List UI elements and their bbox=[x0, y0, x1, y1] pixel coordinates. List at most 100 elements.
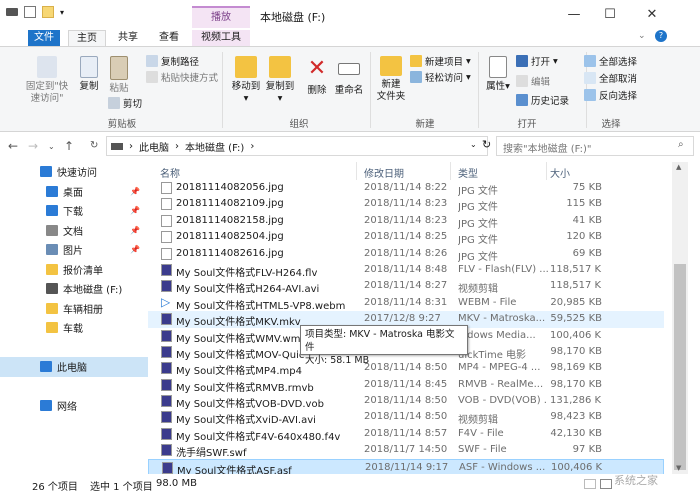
paste-button[interactable]: 粘贴 bbox=[106, 56, 132, 95]
breadcrumb-this-pc[interactable]: 此电脑 bbox=[139, 139, 169, 154]
column-header-date[interactable]: 修改日期 bbox=[364, 165, 404, 180]
tab-view[interactable]: 查看 bbox=[152, 30, 186, 46]
file-row[interactable]: My Soul文件格式RMVB.rmvb 2018/11/14 8:45 RMVB … bbox=[148, 377, 664, 394]
properties-quick-icon[interactable] bbox=[24, 6, 36, 18]
file-row[interactable]: 20181114082158.jpg 2018/11/14 8:23 JPG 文件 4… bbox=[148, 213, 664, 230]
file-name: My Soul文件格式XviD-AVI.avi bbox=[176, 415, 316, 427]
maximize-button[interactable]: ☐ bbox=[598, 6, 622, 24]
tab-file[interactable]: 文件 bbox=[28, 30, 60, 46]
file-row[interactable]: 洗手绢SWF.swf 2018/11/7 14:50 SWF - File 97 KB bbox=[148, 442, 664, 459]
delete-button[interactable]: ✕ 删除 bbox=[304, 56, 330, 97]
file-date: 2017/12/8 9:27 bbox=[364, 313, 441, 325]
file-row[interactable]: 20181114082109.jpg 2018/11/14 8:23 JPG 文件 1… bbox=[148, 196, 664, 213]
document-icon bbox=[46, 224, 58, 236]
column-header-type[interactable]: 类型 bbox=[458, 165, 478, 180]
copy-button[interactable]: 复制 bbox=[76, 56, 102, 93]
nav-item[interactable]: 下载 📌 bbox=[0, 201, 148, 221]
nav-item[interactable]: 报价清单 bbox=[0, 260, 148, 280]
column-divider[interactable] bbox=[356, 162, 357, 180]
invert-selection-button[interactable]: 反向选择 bbox=[584, 87, 637, 103]
tab-video-tools[interactable]: 视频工具 bbox=[192, 30, 250, 46]
tab-home[interactable]: 主页 bbox=[68, 30, 106, 46]
column-divider[interactable] bbox=[450, 162, 451, 180]
large-icons-view-icon[interactable] bbox=[584, 479, 596, 489]
paste-shortcut-button[interactable]: 粘贴快捷方式 bbox=[146, 69, 218, 85]
edit-button[interactable]: 编辑 bbox=[516, 73, 550, 89]
file-row[interactable]: My Soul文件格式H264-AVI.avi 2018/11/14 8:27 视频… bbox=[148, 278, 664, 295]
nav-item[interactable]: 图片 📌 bbox=[0, 240, 148, 260]
pin-quick-access-button[interactable]: 固定到"快 速访问" bbox=[22, 56, 72, 105]
file-row[interactable]: My Soul文件格式VOB-DVD.vob 2018/11/14 8:50 VOB… bbox=[148, 393, 664, 410]
select-all-button[interactable]: 全部选择 bbox=[584, 53, 637, 69]
ribbon-collapse-icon[interactable]: ⌄ bbox=[638, 31, 646, 41]
easy-access-button[interactable]: 轻松访问 ▾ bbox=[410, 69, 471, 85]
column-header-name[interactable]: 名称 bbox=[160, 165, 180, 180]
column-header-size[interactable]: 大小 bbox=[550, 165, 570, 180]
new-item-button[interactable]: 新建项目 ▾ bbox=[410, 53, 471, 69]
file-row[interactable]: 20181114082504.jpg 2018/11/14 8:25 JPG 文件 1… bbox=[148, 229, 664, 246]
copy-path-button[interactable]: 复制路径 bbox=[146, 53, 199, 69]
breadcrumb-drive-f[interactable]: 本地磁盘 (F:) bbox=[185, 139, 244, 154]
address-dropdown-icon[interactable]: ⌄ bbox=[470, 140, 477, 149]
ribbon-separator bbox=[222, 52, 223, 128]
nav-item[interactable]: 此电脑 bbox=[0, 357, 148, 377]
address-bar[interactable]: › 此电脑 › 本地磁盘 (F:) › bbox=[106, 136, 488, 156]
nav-item[interactable]: 车载 bbox=[0, 318, 148, 338]
refresh-icon[interactable]: ↻ bbox=[482, 138, 491, 151]
scroll-down-arrow-icon[interactable]: ▼ bbox=[676, 464, 681, 472]
status-bar: 26 个项目 选中 1 个项目 98.0 MB bbox=[0, 474, 700, 496]
file-row[interactable]: My Soul文件格式FLV-H264.flv 2018/11/14 8:48 FL… bbox=[148, 262, 664, 279]
ribbon-separator bbox=[478, 52, 479, 128]
nav-item[interactable]: 本地磁盘 (F:) bbox=[0, 279, 148, 299]
nav-item[interactable]: 文档 📌 bbox=[0, 221, 148, 241]
copy-to-button[interactable]: 复制到▾ bbox=[264, 56, 296, 105]
file-row[interactable]: 20181114082056.jpg 2018/11/14 8:22 JPG 文件 7… bbox=[148, 180, 664, 197]
file-name: My Soul文件格式F4V-640x480.f4v bbox=[176, 431, 341, 443]
video-file-icon bbox=[161, 427, 172, 440]
cut-button[interactable]: 剪切 bbox=[108, 95, 142, 111]
forward-arrow-icon[interactable]: → bbox=[28, 139, 38, 153]
rename-button[interactable]: 重命名 bbox=[334, 56, 364, 97]
file-type: indows Media... bbox=[458, 329, 536, 341]
file-row[interactable]: My Soul文件格式XviD-AVI.avi 2018/11/14 8:50 视频… bbox=[148, 409, 664, 427]
file-date: 2018/11/7 14:50 bbox=[364, 444, 448, 456]
open-button[interactable]: 打开 ▾ bbox=[516, 53, 558, 69]
file-date: 2018/11/14 8:57 bbox=[364, 427, 448, 439]
nav-item[interactable]: 网络 bbox=[0, 396, 148, 416]
details-view-icon[interactable] bbox=[600, 479, 612, 489]
properties-button[interactable]: 属性▾ bbox=[484, 56, 512, 93]
nav-item-label: 车载 bbox=[63, 324, 83, 336]
file-row[interactable]: ▷ My Soul文件格式HTML5-VP8.webm 2018/11/14 8:3… bbox=[148, 295, 664, 312]
refresh-small-icon[interactable]: ↻ bbox=[90, 140, 98, 151]
minimize-button[interactable]: — bbox=[562, 6, 586, 24]
nav-item[interactable]: 车辆相册 bbox=[0, 299, 148, 319]
new-folder-button[interactable]: 新建 文件夹 bbox=[374, 56, 408, 103]
back-arrow-icon[interactable]: ← bbox=[8, 139, 18, 153]
recent-locations-chevron-icon[interactable]: ⌄ bbox=[48, 142, 55, 151]
folder-icon bbox=[46, 302, 58, 314]
scrollbar-thumb[interactable] bbox=[674, 264, 686, 470]
select-none-button[interactable]: 全部取消 bbox=[584, 70, 637, 86]
file-name: My Soul文件格式FLV-H264.flv bbox=[176, 267, 318, 279]
select-all-icon bbox=[584, 55, 596, 67]
group-select-label: 选择 bbox=[601, 119, 621, 130]
tab-share[interactable]: 共享 bbox=[112, 30, 144, 46]
up-arrow-icon[interactable]: ↑ bbox=[64, 139, 74, 153]
file-row[interactable]: My Soul文件格式ASF.asf 2018/11/14 9:17 ASF - W… bbox=[148, 458, 664, 477]
file-row[interactable]: My Soul文件格式F4V-640x480.f4v 2018/11/14 8:5… bbox=[148, 426, 664, 443]
move-to-button[interactable]: 移动到▾ bbox=[230, 56, 262, 105]
close-button[interactable]: ✕ bbox=[640, 6, 664, 24]
help-icon[interactable]: ? bbox=[655, 30, 667, 42]
new-folder-quick-icon[interactable] bbox=[42, 6, 54, 18]
new-item-icon bbox=[410, 55, 422, 67]
nav-item[interactable]: 快速访问 bbox=[0, 162, 148, 182]
nav-item-label: 文档 bbox=[63, 226, 83, 238]
file-row[interactable]: 20181114082616.jpg 2018/11/14 8:26 JPG 文件 6… bbox=[148, 246, 664, 263]
scroll-up-arrow-icon[interactable]: ▲ bbox=[676, 163, 681, 171]
customize-quick-access-icon[interactable]: ▾ bbox=[60, 8, 64, 17]
history-button[interactable]: 历史记录 bbox=[516, 92, 569, 108]
search-input[interactable]: 搜索"本地磁盘 (F:)" bbox=[496, 136, 694, 156]
nav-item[interactable]: 桌面 📌 bbox=[0, 182, 148, 202]
column-divider[interactable] bbox=[546, 162, 547, 180]
download-icon bbox=[46, 205, 58, 217]
